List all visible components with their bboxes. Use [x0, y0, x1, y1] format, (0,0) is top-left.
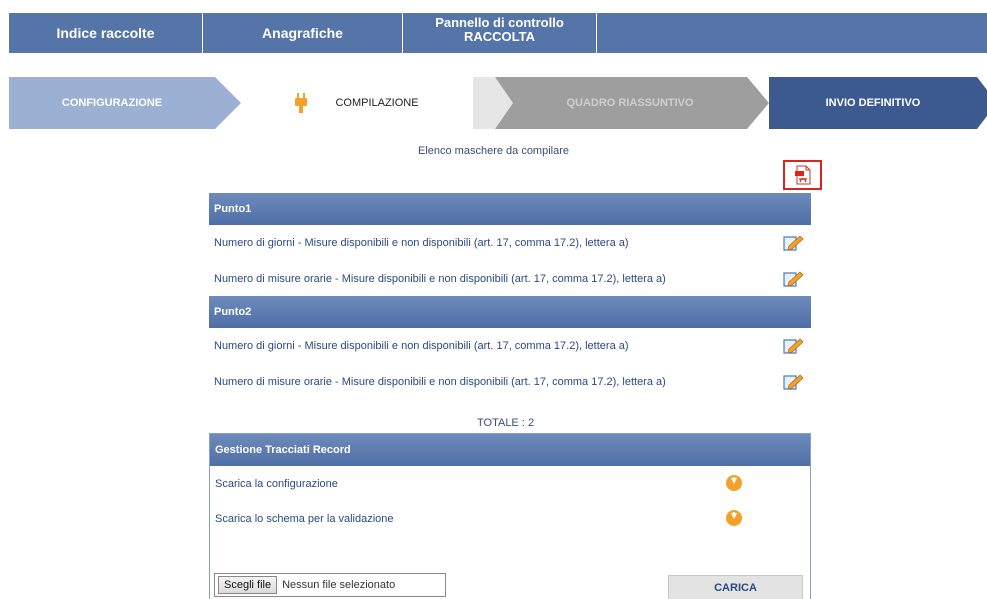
list-item-label: Numero di giorni - Misure disponibili e … — [214, 237, 629, 249]
file-input[interactable]: Scegli file Nessun file selezionato — [214, 573, 446, 597]
edit-pencil-icon[interactable] — [781, 270, 805, 288]
list-item-label: Numero di misure orarie - Misure disponi… — [214, 273, 666, 285]
list-item: Numero di misure orarie - Misure disponi… — [209, 364, 811, 400]
step-compilazione-label: COMPILAZIONE — [335, 97, 419, 109]
list-item: Numero di giorni - Misure disponibili e … — [209, 225, 811, 261]
list-item: Numero di giorni - Misure disponibili e … — [209, 328, 811, 364]
scarica-configurazione-label: Scarica la configurazione — [215, 477, 338, 490]
download-icon[interactable] — [726, 510, 742, 526]
nav-tab-pannello-line1: Pannello di controllo — [435, 15, 564, 30]
step-invio-definitivo[interactable]: INVIO DEFINITIVO — [769, 77, 977, 129]
step-configurazione[interactable]: CONFIGURAZIONE — [9, 77, 215, 129]
edit-pencil-icon[interactable] — [781, 234, 805, 252]
download-icon[interactable] — [726, 475, 742, 491]
totale-label: TOTALE : 2 — [477, 417, 535, 429]
top-nav: Indice raccolte Anagrafiche Pannello di … — [9, 13, 987, 53]
page-subtitle: Elenco maschere da compilare — [417, 145, 570, 157]
step-arrow-4 — [977, 77, 987, 129]
step-arrow-2 — [495, 77, 513, 129]
gestione-header: Gestione Tracciati Record — [210, 434, 810, 466]
edit-pencil-icon[interactable] — [781, 337, 805, 355]
step-arrow-1 — [215, 77, 241, 129]
nav-tab-indice-raccolte[interactable]: Indice raccolte — [9, 13, 203, 53]
list-item: Scarica lo schema per la validazione — [210, 501, 810, 536]
step-compilazione[interactable]: COMPILAZIONE — [241, 77, 473, 129]
nav-tab-pannello-line2: RACCOLTA — [463, 29, 535, 44]
punto1-header: Punto1 — [209, 193, 811, 225]
nav-filler — [597, 13, 987, 53]
scarica-schema-label: Scarica lo schema per la validazione — [215, 512, 394, 525]
pdf-icon — [794, 165, 810, 185]
step-arrow-3 — [747, 77, 769, 129]
step-gap — [473, 77, 495, 129]
upload-button[interactable]: CARICA — [668, 575, 803, 599]
edit-pencil-icon[interactable] — [781, 373, 805, 391]
list-item-label: Numero di giorni - Misure disponibili e … — [214, 340, 629, 352]
step-quadro-riassuntivo[interactable]: QUADRO RIASSUNTIVO — [513, 77, 747, 129]
pdf-export-button[interactable] — [783, 160, 822, 190]
list-item-label: Numero di misure orarie - Misure disponi… — [214, 376, 666, 388]
punto1-panel: Punto1 Numero di giorni - Misure disponi… — [209, 193, 811, 297]
file-status-text: Nessun file selezionato — [282, 579, 396, 591]
plug-icon — [295, 93, 308, 113]
choose-file-button[interactable]: Scegli file — [218, 576, 278, 594]
nav-tab-anagrafiche[interactable]: Anagrafiche — [203, 13, 403, 53]
punto2-panel: Punto2 Numero di giorni - Misure disponi… — [209, 296, 811, 400]
punto2-header: Punto2 — [209, 296, 811, 328]
step-bar: CONFIGURAZIONE COMPILAZIONE QUADRO RIASS… — [9, 77, 987, 129]
nav-tab-pannello-controllo[interactable]: Pannello di controllo RACCOLTA — [403, 13, 597, 53]
list-item: Numero di misure orarie - Misure disponi… — [209, 261, 811, 297]
gestione-tracciati-panel: Gestione Tracciati Record Scarica la con… — [209, 433, 811, 599]
list-item: Scarica la configurazione — [210, 466, 810, 501]
